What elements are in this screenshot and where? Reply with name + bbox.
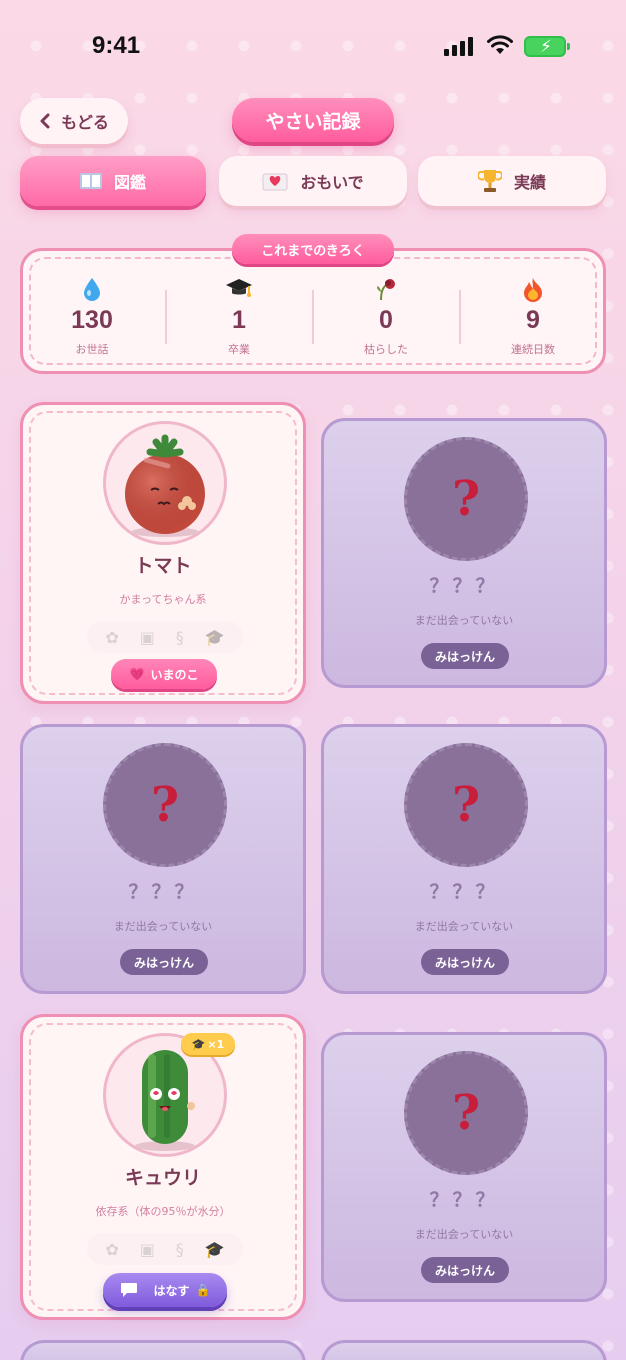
tab-achievements[interactable]: 実績 [418,156,606,206]
undiscovered-badge: みはっけん [421,643,509,669]
tab-label: おもいで [300,173,364,192]
chevron-left-icon [40,113,50,129]
stat-value: 1 [232,306,246,334]
stat-label: 連続日数 [511,343,555,356]
question-mark-icon: ? [404,437,528,561]
tomato-character-image [125,434,205,537]
fire-icon [473,276,593,302]
vegetable-personality: かまってちゃん系 [119,593,207,606]
vegetable-status: まだ出会っていない [414,920,514,933]
graduation-count: ×1 [207,1037,225,1051]
vegetable-card-locked[interactable]: ? ？？？ まだ出会っていない みはっけん [321,724,607,994]
vegetable-status: まだ出会っていない [113,920,213,933]
heart-icon: 💗 [129,667,145,681]
vegetable-card-locked[interactable]: ? ？？？ まだ出会っていない みはっけん [321,418,607,688]
vegetable-name: キュウリ [124,1167,201,1189]
graduation-cap-icon [179,276,299,302]
milestone-icons: ✿ ▣ § 🎓 [87,1233,243,1265]
vegetable-card-cucumber[interactable]: 🎓 ×1 キュウリ 依存系（体の95％が水分） ✿ ▣ § 🎓 はなす 🔒 [20,1014,306,1320]
stat-label: 枯らした [364,343,408,356]
dna-icon: § [175,1239,184,1259]
flower-icon: ✿ [105,1239,119,1259]
stat-care: 130 お世話 [32,276,152,357]
vegetable-card-partial[interactable] [20,1340,306,1360]
vegetable-card-partial[interactable] [321,1340,607,1360]
lock-icon: 🔒 [195,1283,211,1297]
button-label: いまのこ [150,667,199,682]
vegetable-name: ？？？ [429,575,499,597]
tab-label: 実績 [513,173,546,192]
page-title: やさい記録 [232,98,394,142]
divider [459,290,461,344]
vegetable-name: ？？？ [429,881,499,903]
vegetable-name: ？？？ [128,881,198,903]
frame-icon: ▣ [139,627,155,647]
records-label: これまでのきろく [232,234,394,264]
wilted-flower-icon [326,276,446,302]
graduation-cap-icon: 🎓 [191,1037,206,1051]
stat-graduated: 1 卒業 [179,276,299,357]
divider [165,290,167,344]
book-icon [79,173,102,189]
battery-charging-icon: ⚡ [524,36,570,57]
tab-memories[interactable]: おもいで [219,156,407,206]
cellular-signal-icon [444,36,473,56]
stat-value: 9 [526,306,540,334]
wifi-icon [487,35,513,54]
question-mark-icon: ? [103,743,227,867]
vegetable-card-locked[interactable]: ? ？？？ まだ出会っていない みはっけん [20,724,306,994]
status-time: 9:41 [92,32,141,59]
status-bar: 9:41 ⚡ [0,0,626,90]
vegetable-status: まだ出会っていない [414,1228,514,1241]
divider [312,290,314,344]
question-mark-icon: ? [404,743,528,867]
vegetable-card-locked[interactable]: ? ？？？ まだ出会っていない みはっけん [321,1032,607,1302]
vegetable-personality: 依存系（体の95％が水分） [95,1205,231,1218]
speech-bubble-icon [120,1283,137,1297]
stat-streak: 9 連続日数 [473,276,593,357]
stat-label: お世話 [75,343,109,356]
question-mark-icon: ? [404,1051,528,1175]
heart-letter-icon [262,173,288,191]
vegetable-status: まだ出会っていない [414,614,514,627]
button-label: はなす [153,1283,190,1298]
undiscovered-badge: みはっけん [120,949,208,975]
current-pet-button[interactable]: 💗 いまのこ [111,659,217,689]
dna-icon: § [175,627,184,647]
water-drop-icon [32,276,152,302]
undiscovered-badge: みはっけん [421,949,509,975]
vegetable-name: ？？？ [429,1189,499,1211]
trophy-icon [477,170,502,192]
talk-button[interactable]: はなす 🔒 [103,1273,227,1307]
graduation-cap-icon: 🎓 [204,1239,225,1259]
back-label: もどる [61,113,109,132]
graduation-count-badge: 🎓 ×1 [181,1033,235,1055]
back-button[interactable]: もどる [20,98,128,144]
stat-value: 130 [71,306,113,334]
frame-icon: ▣ [139,1239,155,1259]
stat-withered: 0 枯らした [326,276,446,357]
flower-icon: ✿ [105,627,119,647]
stat-label: 卒業 [228,343,250,356]
tomato-portrait [103,421,227,545]
milestone-icons: ✿ ▣ § 🎓 [87,621,243,653]
stat-value: 0 [379,306,393,334]
undiscovered-badge: みはっけん [421,1257,509,1283]
vegetable-card-tomato[interactable]: トマト かまってちゃん系 ✿ ▣ § 🎓 💗 いまのこ [20,402,306,704]
tab-encyclopedia[interactable]: 図鑑 [20,156,206,206]
graduation-cap-icon: 🎓 [204,627,225,647]
vegetable-name: トマト [134,555,192,577]
tab-label: 図鑑 [113,173,146,192]
